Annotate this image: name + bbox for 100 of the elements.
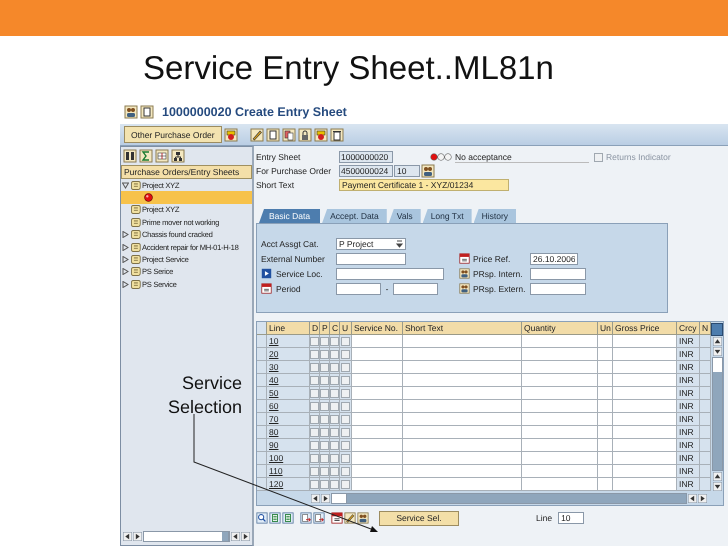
stamp-icon[interactable]	[224, 128, 238, 142]
table-cell[interactable]	[598, 452, 613, 465]
scroll-left-button[interactable]	[688, 494, 697, 502]
checkbox[interactable]	[320, 350, 329, 358]
dropdown-icon[interactable]	[396, 240, 403, 248]
checkbox[interactable]	[310, 466, 319, 476]
checkbox[interactable]	[330, 454, 339, 462]
internal-person-field[interactable]	[530, 268, 586, 280]
checkbox[interactable]	[320, 402, 329, 410]
people-icon[interactable]	[421, 164, 435, 178]
list-icon[interactable]	[269, 512, 281, 524]
column-header[interactable]: Short Text	[403, 322, 522, 335]
expander-icon[interactable]	[122, 182, 129, 189]
scroll-thumb[interactable]	[712, 358, 722, 372]
table-cell[interactable]	[598, 478, 613, 491]
table-cell[interactable]	[403, 335, 522, 348]
checkbox[interactable]	[330, 362, 339, 372]
checkbox[interactable]	[330, 480, 339, 488]
table-cell[interactable]	[403, 413, 522, 426]
checkbox[interactable]	[341, 402, 350, 410]
pencil-icon[interactable]	[250, 128, 264, 142]
table-cell[interactable]	[598, 426, 613, 439]
expander-icon[interactable]	[122, 256, 129, 264]
calendar-icon[interactable]	[331, 512, 343, 524]
line-link[interactable]: 60	[269, 401, 278, 411]
hierarchy-icon[interactable]	[171, 149, 185, 163]
checkbox[interactable]	[341, 454, 350, 462]
checkbox[interactable]	[341, 428, 350, 436]
other-purchase-order-button[interactable]: Other Purchase Order	[124, 126, 222, 143]
table-cell[interactable]	[522, 452, 598, 465]
scroll-up-button[interactable]	[712, 337, 722, 346]
table-cell[interactable]	[598, 400, 613, 413]
copy-icon[interactable]	[282, 128, 296, 142]
expander-icon[interactable]	[122, 231, 129, 238]
expander-icon[interactable]	[122, 244, 129, 251]
returns-indicator-checkbox[interactable]	[594, 152, 603, 162]
table-cell[interactable]	[403, 361, 522, 374]
table-cell[interactable]	[403, 426, 522, 439]
expander-icon[interactable]	[122, 268, 129, 276]
table-cell[interactable]	[598, 335, 613, 348]
checkbox[interactable]	[310, 402, 319, 410]
scroll-left-button[interactable]	[123, 532, 132, 541]
line-link[interactable]: 50	[269, 388, 278, 398]
table-cell[interactable]	[403, 387, 522, 400]
checkbox[interactable]	[341, 466, 350, 476]
checkbox[interactable]	[341, 414, 350, 424]
checkbox[interactable]	[330, 350, 339, 358]
checkbox[interactable]	[330, 402, 339, 410]
checkbox[interactable]	[310, 414, 319, 424]
checkbox[interactable]	[320, 388, 329, 398]
column-header[interactable]: U	[340, 322, 352, 335]
table-cell[interactable]	[522, 387, 598, 400]
table-cell[interactable]	[352, 413, 403, 426]
line-link[interactable]: 70	[269, 414, 278, 424]
scroll-left-button[interactable]	[231, 532, 240, 541]
scroll-right-button[interactable]	[321, 494, 330, 502]
select-all-button[interactable]	[257, 322, 267, 335]
checkbox[interactable]	[341, 388, 350, 398]
service-location-field[interactable]	[336, 268, 444, 280]
magnifier-icon[interactable]	[256, 512, 268, 524]
stamp-icon[interactable]	[314, 128, 328, 142]
table-cell[interactable]	[522, 335, 598, 348]
item-field[interactable]: 10	[394, 165, 420, 177]
column-header[interactable]: N	[700, 322, 711, 335]
table-cell[interactable]	[403, 348, 522, 361]
checkbox[interactable]	[320, 466, 329, 476]
scroll-right-button[interactable]	[698, 494, 707, 502]
scroll-thumb[interactable]	[222, 532, 229, 541]
lock-icon[interactable]	[298, 128, 312, 142]
period-start-field[interactable]	[336, 282, 381, 294]
scroll-thumb[interactable]	[332, 494, 347, 502]
table-cell[interactable]	[598, 413, 613, 426]
table-cell[interactable]	[613, 478, 677, 491]
checkbox[interactable]	[310, 350, 319, 358]
purchase-order-field[interactable]: 4500000024	[339, 165, 393, 177]
play-icon[interactable]	[261, 268, 272, 279]
scroll-up-button[interactable]	[712, 472, 722, 481]
table-cell[interactable]	[352, 374, 403, 387]
line-link[interactable]: 40	[269, 375, 278, 385]
people-icon[interactable]	[459, 283, 470, 294]
table-cell[interactable]	[598, 465, 613, 478]
checkbox[interactable]	[330, 428, 339, 436]
table-cell[interactable]	[613, 400, 677, 413]
column-header[interactable]: Service No.	[352, 322, 403, 335]
checkbox[interactable]	[341, 376, 350, 384]
table-cell[interactable]	[403, 465, 522, 478]
pencil-icon[interactable]	[344, 512, 356, 524]
tab[interactable]: History	[474, 209, 516, 223]
trash-icon[interactable]	[330, 128, 344, 142]
checkbox[interactable]	[330, 466, 339, 476]
table-cell[interactable]	[522, 374, 598, 387]
line-link[interactable]: 80	[269, 427, 278, 437]
checkbox[interactable]	[320, 362, 329, 372]
table-cell[interactable]	[403, 400, 522, 413]
line-link[interactable]: 20	[269, 349, 278, 359]
checkbox[interactable]	[330, 336, 339, 346]
table-cell[interactable]	[352, 348, 403, 361]
checkbox[interactable]	[320, 428, 329, 436]
checkbox[interactable]	[320, 440, 329, 450]
checkbox[interactable]	[310, 362, 319, 372]
